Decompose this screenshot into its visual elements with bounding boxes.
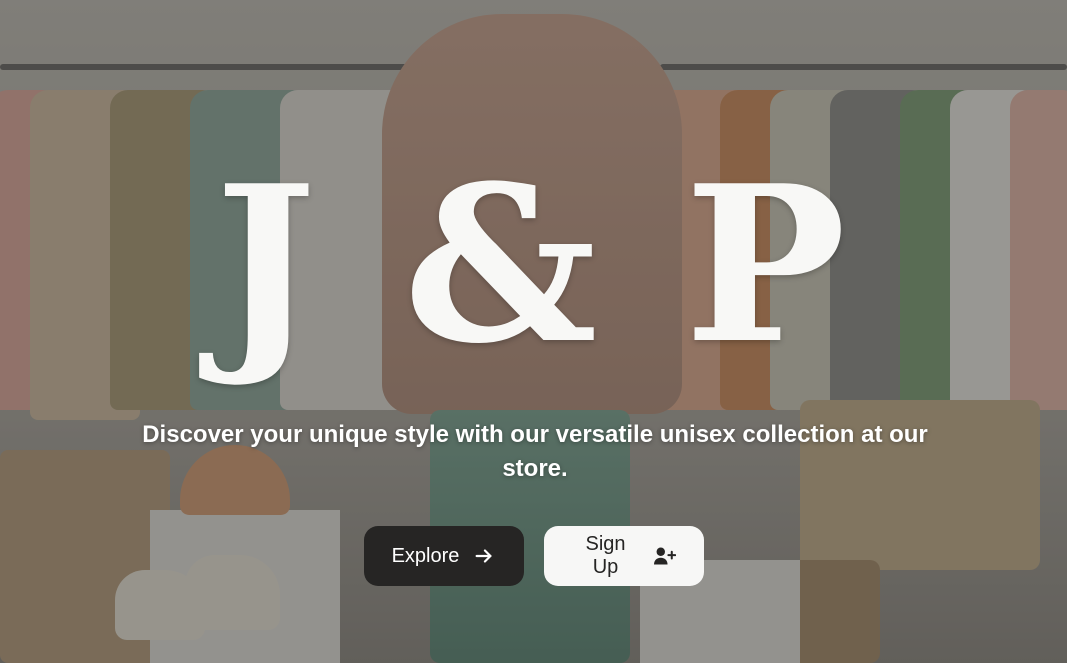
hero-tagline: Discover your unique style with our vers… [142,421,928,482]
brand-logo-title: J & P [214,138,853,391]
hero-buttons: Explore Sign Up [0,526,1067,586]
sign-up-button[interactable]: Sign Up [543,526,704,586]
sign-up-button-label: Sign Up [585,533,626,578]
explore-button[interactable]: Explore [363,526,524,586]
hero-section: J & P Discover your unique style with ou… [0,0,1067,663]
user-plus-icon [653,546,676,566]
arrow-right-icon [473,545,495,567]
hero-content: J & P Discover your unique style with ou… [0,0,1067,663]
explore-button-label: Explore [391,544,460,567]
